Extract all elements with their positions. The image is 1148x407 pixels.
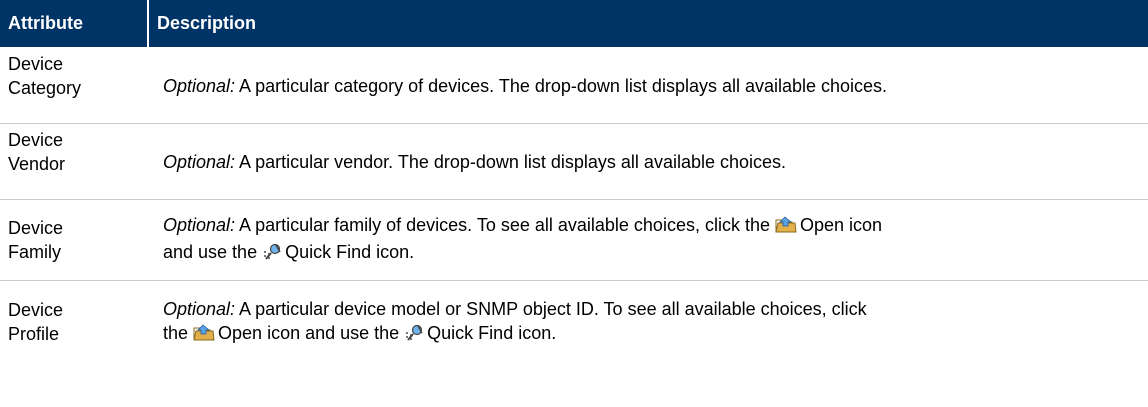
- optional-label: Optional:: [163, 75, 236, 96]
- table-header-row: Attribute Description: [0, 0, 1148, 48]
- attribute-name-line: Profile: [8, 324, 60, 344]
- attribute-name: Device Family: [0, 200, 147, 281]
- description-line: Optional: A particular family of devices…: [163, 213, 1142, 240]
- description-text: A particular device model or SNMP object…: [235, 298, 867, 319]
- attribute-name-line: Device: [8, 218, 64, 238]
- attribute-name-line: Vendor: [8, 154, 66, 174]
- attribute-name-line: Family: [8, 242, 61, 262]
- table-row: Device Profile Optional: A particular de…: [0, 281, 1148, 363]
- description-text: A particular vendor. The drop-down list …: [235, 151, 787, 172]
- table-row: Device Vendor Optional: A particular ven…: [0, 124, 1148, 200]
- description-text: the: [163, 322, 194, 343]
- attribute-name-line: Category: [8, 78, 82, 98]
- optional-label: Optional:: [163, 215, 236, 235]
- attribute-name-line: Device: [8, 300, 64, 320]
- attribute-table: Attribute Description Device Category Op…: [0, 0, 1148, 363]
- description-text: A particular category of devices. The dr…: [235, 75, 888, 96]
- optional-label: Optional:: [163, 298, 236, 319]
- description-line: Optional: A particular device model or S…: [163, 297, 1142, 321]
- open-icon-label: Open icon and use the: [218, 322, 405, 343]
- attribute-name: Device Vendor: [0, 124, 147, 200]
- description-line: and use the Quick Find icon.: [163, 240, 1142, 267]
- quick-find-icon: [404, 324, 424, 348]
- open-icon-label: Open icon: [799, 215, 883, 235]
- attribute-description: Optional: A particular vendor. The drop-…: [147, 124, 1148, 200]
- description-text: A particular family of devices. To see a…: [235, 215, 775, 235]
- header-attribute: Attribute: [0, 0, 147, 48]
- attribute-description: Optional: A particular family of devices…: [147, 200, 1148, 281]
- attribute-name-line: Device: [8, 54, 64, 74]
- quick-find-icon: [262, 243, 282, 267]
- open-folder-icon: [193, 323, 215, 348]
- open-folder-icon: [775, 216, 797, 240]
- attribute-description: Optional: A particular device model or S…: [147, 281, 1148, 363]
- attribute-name-line: Device: [8, 130, 64, 150]
- table-row: Device Category Optional: A particular c…: [0, 48, 1148, 124]
- optional-label: Optional:: [163, 151, 236, 172]
- description-line: the Open icon and use the Quick Find ico…: [163, 321, 1142, 348]
- quick-find-label: Quick Find icon.: [427, 322, 557, 343]
- attribute-name: Device Category: [0, 48, 147, 124]
- description-text: and use the: [163, 242, 263, 262]
- quick-find-label: Quick Find icon.: [285, 242, 415, 262]
- attribute-description: Optional: A particular category of devic…: [147, 48, 1148, 124]
- table-row: Device Family Optional: A particular fam…: [0, 200, 1148, 281]
- attribute-name: Device Profile: [0, 281, 147, 363]
- header-description: Description: [147, 0, 1148, 48]
